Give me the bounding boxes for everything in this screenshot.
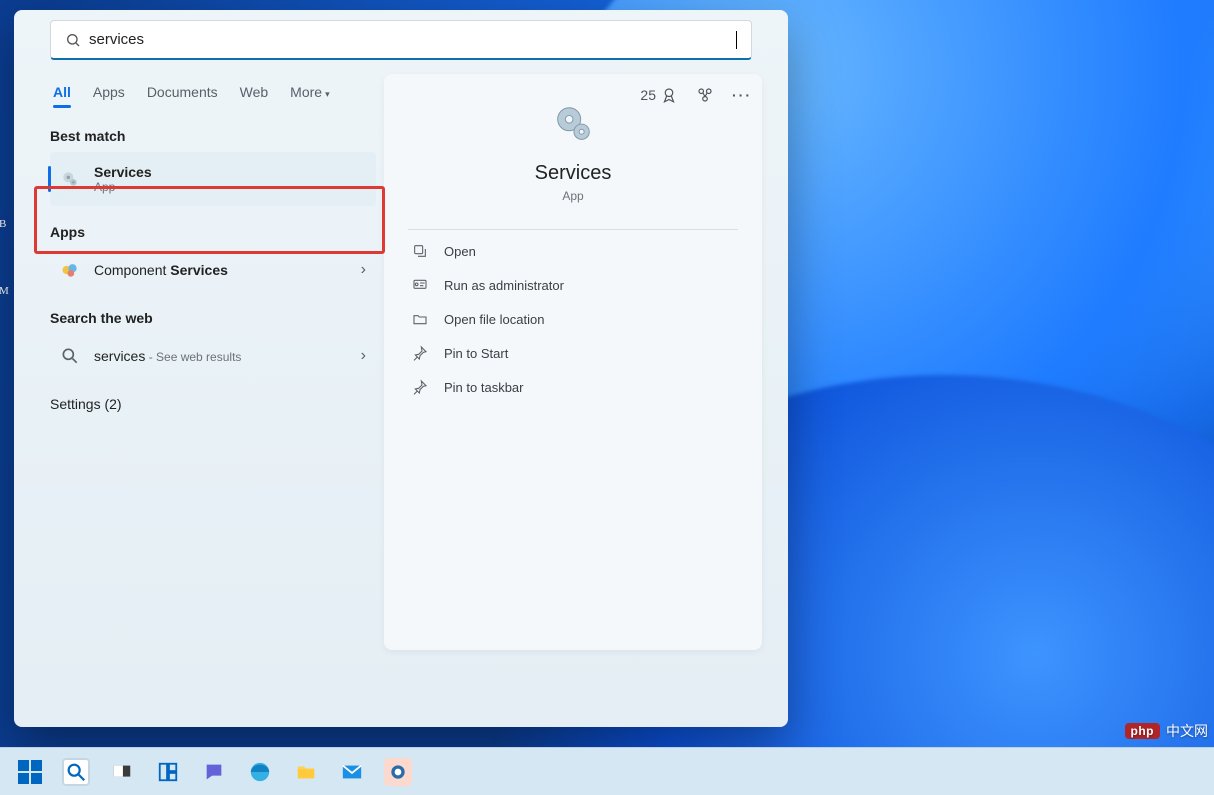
- search-box[interactable]: [50, 20, 752, 60]
- tab-documents[interactable]: Documents: [147, 84, 218, 100]
- taskbar-explorer[interactable]: [292, 758, 320, 786]
- services-gear-icon: [550, 102, 596, 148]
- action-run-admin[interactable]: Run as administrator: [384, 268, 762, 302]
- folder-icon: [295, 761, 317, 783]
- tab-all[interactable]: All: [53, 84, 71, 100]
- result-title: Component Services: [94, 262, 228, 278]
- more-options-icon[interactable]: ···: [732, 87, 752, 103]
- tab-web[interactable]: Web: [240, 84, 269, 100]
- result-title: services - See web results: [94, 348, 241, 364]
- chevron-down-icon: ▾: [325, 89, 330, 99]
- taskbar-task-view[interactable]: [108, 758, 136, 786]
- start-button[interactable]: [16, 758, 44, 786]
- windows-logo-icon: [18, 760, 42, 784]
- desktop-shortcut-label: B: [0, 218, 6, 230]
- watermark-text: 中文网: [1166, 721, 1208, 741]
- action-open[interactable]: Open: [384, 234, 762, 268]
- component-services-icon: [60, 260, 80, 280]
- watermark-badge: php: [1125, 723, 1161, 739]
- action-open-location[interactable]: Open file location: [384, 302, 762, 336]
- text-cursor: [736, 31, 737, 49]
- medal-icon: [660, 86, 678, 104]
- search-icon: [60, 346, 80, 366]
- action-pin-start[interactable]: Pin to Start: [384, 336, 762, 370]
- separator: [408, 229, 738, 230]
- search-icon: [65, 761, 87, 783]
- detail-subtitle: App: [384, 189, 762, 203]
- detail-title: Services: [384, 162, 762, 185]
- pin-icon: [412, 379, 428, 395]
- edge-icon: [249, 761, 271, 783]
- open-icon: [412, 243, 428, 259]
- taskbar-edge[interactable]: [246, 758, 274, 786]
- taskbar: [0, 747, 1214, 795]
- result-component-services[interactable]: Component Services ›: [50, 248, 376, 292]
- desktop-shortcut-label: M: [0, 285, 9, 297]
- taskbar-widgets[interactable]: [154, 758, 182, 786]
- task-view-icon: [111, 761, 133, 783]
- selection-indicator: [48, 166, 51, 192]
- search-input[interactable]: [89, 31, 735, 48]
- php-cn-watermark: php 中文网: [1125, 721, 1209, 741]
- search-top-icons: 25 ···: [640, 86, 752, 104]
- taskbar-mail[interactable]: [338, 758, 366, 786]
- taskbar-search-button[interactable]: [62, 758, 90, 786]
- results-column: All Apps Documents Web More▾ Best match …: [24, 74, 384, 650]
- tab-apps[interactable]: Apps: [93, 84, 125, 100]
- services-gear-icon: [60, 169, 80, 189]
- search-icon: [65, 32, 81, 48]
- action-pin-taskbar[interactable]: Pin to taskbar: [384, 370, 762, 404]
- app-icon: [388, 762, 408, 782]
- section-apps: Apps: [50, 224, 376, 240]
- shield-icon: [412, 277, 428, 293]
- taskbar-chat[interactable]: [200, 758, 228, 786]
- result-title: Services: [94, 164, 152, 180]
- pin-icon: [412, 345, 428, 361]
- chevron-right-icon: ›: [361, 261, 366, 279]
- section-settings[interactable]: Settings (2): [50, 396, 376, 412]
- detail-card: Services App Open Run as administrator O…: [384, 74, 762, 650]
- widgets-icon: [157, 761, 179, 783]
- result-services-app[interactable]: Services App: [50, 152, 376, 206]
- folder-icon: [412, 311, 428, 327]
- network-icon[interactable]: [696, 86, 714, 104]
- section-search-web: Search the web: [50, 310, 376, 326]
- chat-icon: [203, 761, 225, 783]
- tab-more[interactable]: More▾: [290, 84, 329, 100]
- result-web-services[interactable]: services - See web results ›: [50, 334, 376, 378]
- chevron-right-icon: ›: [361, 347, 366, 365]
- taskbar-app-pinned[interactable]: [384, 758, 412, 786]
- rewards-points[interactable]: 25: [640, 86, 678, 104]
- result-subtitle: App: [94, 180, 152, 194]
- start-search-panel: 25 ··· All Apps Documents Web More▾ Best…: [14, 10, 788, 727]
- section-best-match: Best match: [50, 128, 376, 144]
- filter-tabs: All Apps Documents Web More▾: [50, 74, 376, 110]
- mail-icon: [341, 761, 363, 783]
